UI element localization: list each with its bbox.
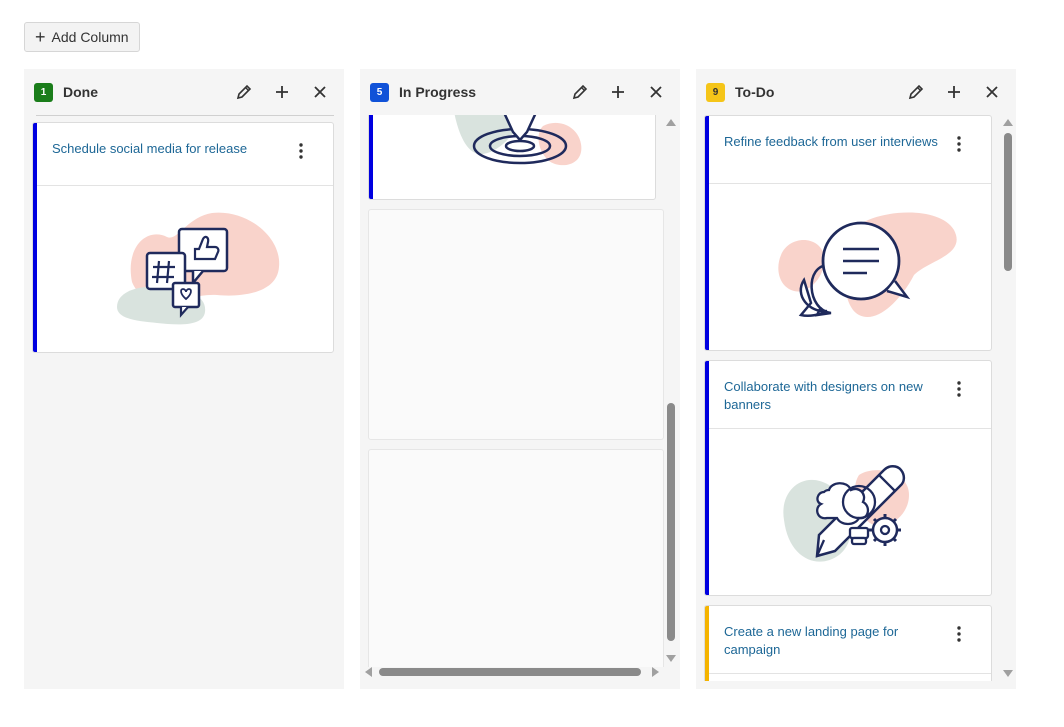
- vertical-scrollbar[interactable]: [1002, 115, 1014, 681]
- edit-column-button[interactable]: [234, 82, 254, 102]
- add-card-button[interactable]: [272, 82, 292, 102]
- task-card[interactable]: Refine feedback from user interviews: [704, 115, 992, 351]
- delete-column-button[interactable]: [310, 82, 330, 102]
- column-in-progress: 5 In Progress: [360, 69, 680, 689]
- scroll-down-arrow-icon[interactable]: [666, 655, 676, 662]
- card-header: Schedule social media for release: [37, 123, 333, 186]
- card-image: [37, 187, 333, 352]
- card-header: Refine feedback from user interviews: [709, 116, 991, 184]
- scroll-right-arrow-icon[interactable]: [652, 667, 659, 677]
- edit-column-button[interactable]: [570, 82, 590, 102]
- delete-column-button[interactable]: [982, 82, 1002, 102]
- plus-icon: +: [35, 27, 46, 47]
- scrollbar-thumb[interactable]: [667, 403, 675, 641]
- edit-column-button[interactable]: [906, 82, 926, 102]
- close-icon: [986, 86, 998, 98]
- scroll-up-arrow-icon[interactable]: [1003, 119, 1013, 126]
- column-title: Done: [63, 84, 98, 100]
- delete-column-button[interactable]: [646, 82, 666, 102]
- add-column-label: Add Column: [51, 29, 129, 45]
- scroll-left-arrow-icon[interactable]: [365, 667, 372, 677]
- column-title: To-Do: [735, 84, 775, 100]
- card-title[interactable]: Collaborate with designers on new banner…: [724, 378, 944, 414]
- column-header: 1 Done: [24, 69, 344, 115]
- scroll-up-arrow-icon[interactable]: [666, 119, 676, 126]
- plus-icon: [948, 86, 960, 98]
- close-icon: [314, 86, 326, 98]
- plus-icon: [276, 86, 288, 98]
- target-icon: [454, 115, 582, 166]
- column-to-do: 9 To-Do Refine feedback from user interv…: [696, 69, 1016, 689]
- count-badge: 1: [34, 82, 53, 102]
- column-body: [368, 115, 664, 667]
- card-image: [373, 115, 655, 199]
- pencil-icon: [908, 84, 924, 100]
- add-card-button[interactable]: [944, 82, 964, 102]
- column-header: 5 In Progress: [360, 69, 680, 115]
- card-title[interactable]: Refine feedback from user interviews: [724, 133, 944, 151]
- creative-idea-icon: [783, 465, 909, 562]
- chat-bubbles-icon: [778, 212, 957, 318]
- column-body: Schedule social media for release: [32, 115, 336, 689]
- count-badge: 5: [370, 82, 389, 102]
- task-card[interactable]: Create a new landing page for campaign: [704, 605, 992, 681]
- column-done: 1 Done Schedule social media for release: [24, 69, 344, 689]
- close-icon: [650, 86, 662, 98]
- card-image: [709, 430, 991, 595]
- card-title[interactable]: Create a new landing page for campaign: [724, 623, 944, 659]
- social-media-icon: [117, 212, 280, 325]
- add-column-button[interactable]: + Add Column: [24, 22, 140, 52]
- card-placeholder: [368, 449, 664, 667]
- task-card[interactable]: Schedule social media for release: [32, 122, 334, 353]
- scroll-down-arrow-icon[interactable]: [1003, 670, 1013, 677]
- count-badge: 9: [706, 82, 725, 102]
- column-title: In Progress: [399, 84, 477, 100]
- pencil-icon: [236, 84, 252, 100]
- card-placeholder: [368, 209, 664, 440]
- scrollbar-thumb[interactable]: [1004, 133, 1012, 271]
- add-card-button[interactable]: [608, 82, 628, 102]
- card-title[interactable]: Schedule social media for release: [52, 140, 272, 158]
- card-image: [709, 185, 991, 350]
- column-header: 9 To-Do: [696, 69, 1016, 115]
- task-card[interactable]: Collaborate with designers on new banner…: [704, 360, 992, 596]
- card-header: Create a new landing page for campaign: [709, 606, 991, 674]
- column-body: Refine feedback from user interviews Col…: [704, 115, 992, 681]
- card-header: Collaborate with designers on new banner…: [709, 361, 991, 429]
- plus-icon: [612, 86, 624, 98]
- task-card[interactable]: [368, 115, 656, 200]
- pencil-icon: [572, 84, 588, 100]
- kebab-menu-icon[interactable]: [953, 134, 965, 154]
- kebab-menu-icon[interactable]: [295, 141, 307, 161]
- horizontal-scrollbar[interactable]: [360, 665, 665, 679]
- kebab-menu-icon[interactable]: [953, 379, 965, 399]
- kebab-menu-icon[interactable]: [953, 624, 965, 644]
- vertical-scrollbar[interactable]: [665, 115, 677, 669]
- scrollbar-thumb[interactable]: [379, 668, 641, 676]
